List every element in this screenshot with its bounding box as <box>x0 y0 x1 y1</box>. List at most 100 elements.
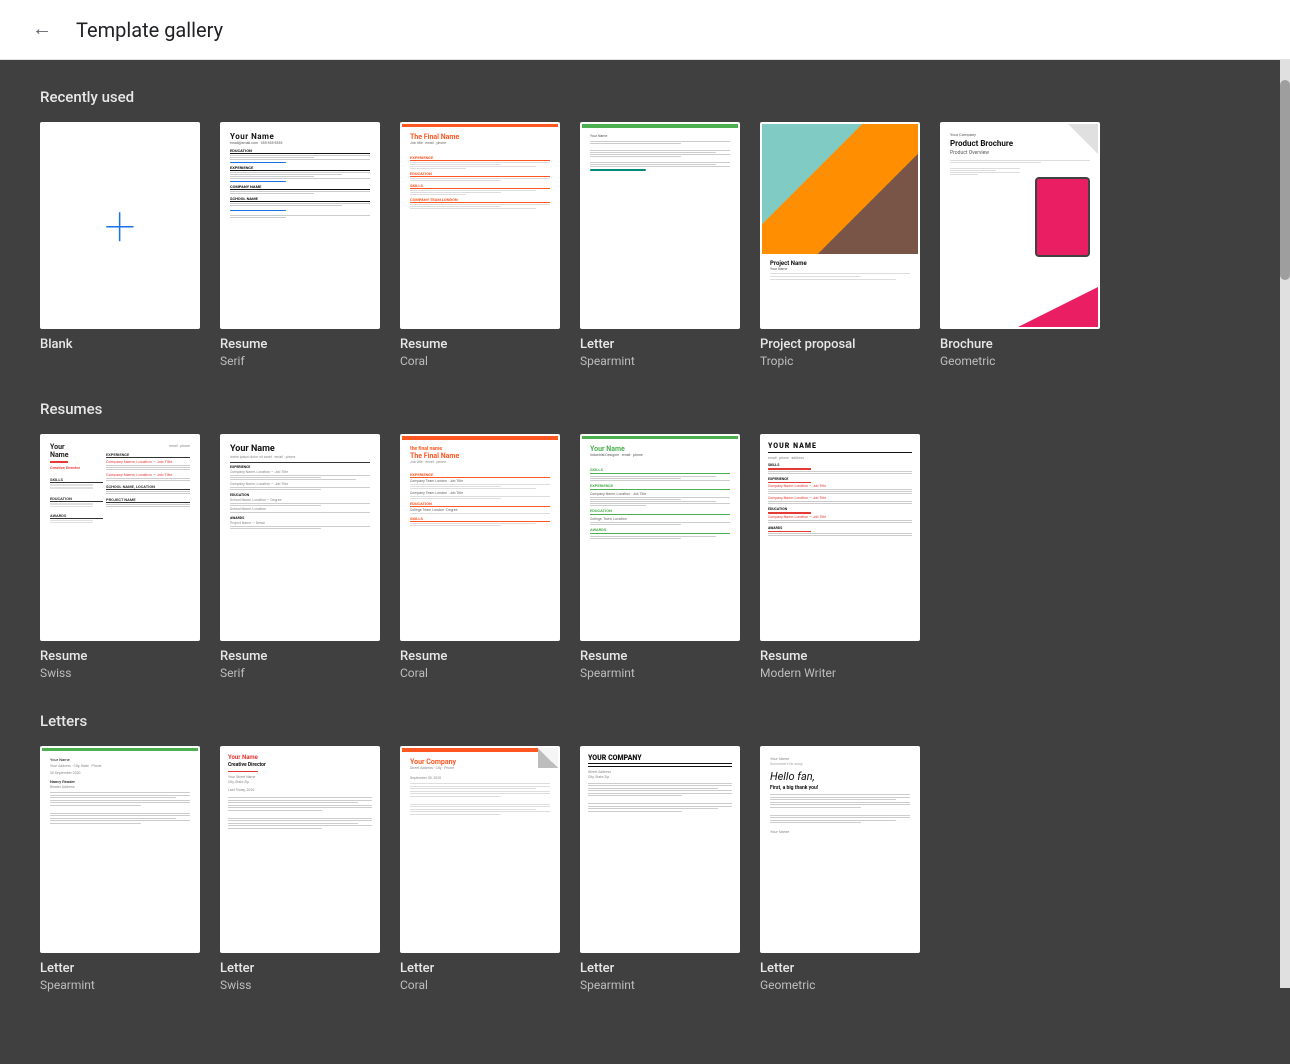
scrollbar-track[interactable] <box>1280 60 1290 988</box>
template-subname-letter-spearmint-recent: Spearmint <box>580 354 740 368</box>
swiss-name: YourName <box>50 444 103 459</box>
swiss-awards-head: Awards <box>50 513 103 519</box>
template-name-letter-coral: Letter <box>400 961 560 976</box>
mw-section2: EXPERIENCE <box>768 477 912 481</box>
lsw-name: Creative Director <box>228 762 372 768</box>
template-thumb-resume-coral-recent[interactable]: The Final Name Job title · email · phone… <box>400 122 560 329</box>
coral-section1: Experience <box>410 155 550 161</box>
template-project-tropic[interactable]: Project Name Your Name Project proposal … <box>760 122 920 368</box>
scrollbar-thumb[interactable] <box>1280 80 1290 280</box>
template-resume-modern[interactable]: YOUR NAME email · phone · address SKILLS… <box>760 434 920 680</box>
geo-brochure-title: Product Brochure <box>950 139 1090 148</box>
template-name-resume-spearmint: Resume <box>580 649 740 664</box>
ls2-recipient: Nancy Reader <box>50 779 190 784</box>
template-thumb-resume-swiss[interactable]: YourName Creative Director Skills Educat… <box>40 434 200 641</box>
template-thumb-project-tropic[interactable]: Project Name Your Name <box>760 122 920 329</box>
template-blank[interactable]: + Blank <box>40 122 200 368</box>
doc-line2 <box>230 181 286 182</box>
template-name-resume-serif-recent: Resume <box>220 337 380 352</box>
template-thumb-resume-modern[interactable]: YOUR NAME email · phone · address SKILLS… <box>760 434 920 641</box>
template-letter-spearmint2[interactable]: Your Name Your Address · City, State · P… <box>40 746 200 992</box>
page-title: Template gallery <box>76 18 223 42</box>
lg-dear: First, a big thank you! <box>770 785 910 791</box>
swiss-right: email · phone Experience Company Name, L… <box>106 444 190 508</box>
swiss-exp-head: Experience <box>106 452 190 458</box>
section-letters: Letters Your Name Your Address · City, S… <box>40 712 1250 992</box>
coral-section2: Education <box>410 171 550 177</box>
template-subname-letter-geometric: Geometric <box>760 978 920 992</box>
template-thumb-resume-serif-recent[interactable]: Your Name email@email.com · 555-555-5555… <box>220 122 380 329</box>
lst-company: YOUR COMPANY <box>588 754 732 764</box>
lc-body: September 30, 2020 <box>402 773 558 819</box>
template-resume-coral2[interactable]: the final name The Final Name Job title … <box>400 434 560 680</box>
back-button[interactable]: ← <box>24 10 60 49</box>
serif-name: Your Name <box>230 132 370 141</box>
template-resume-swiss[interactable]: YourName Creative Director Skills Educat… <box>40 434 200 680</box>
coral-section4: Company Team London <box>410 197 550 203</box>
template-name-resume-coral-recent: Resume <box>400 337 560 352</box>
template-thumb-letter-spearmint-recent[interactable]: Your Name <box>580 122 740 329</box>
swiss-skills-head: Skills <box>50 477 103 483</box>
section-title-recently-used: Recently used <box>40 88 1250 106</box>
template-subname-project-tropic: Tropic <box>760 354 920 368</box>
template-name-brochure-geo: Brochure <box>940 337 1100 352</box>
lc-header: Your Company Street Address · City · Pho… <box>402 748 558 773</box>
template-brochure-geo[interactable]: Your Company Product Brochure Product Ov… <box>940 122 1100 368</box>
template-subname-resume-swiss: Swiss <box>40 666 200 680</box>
section-title-resumes: Resumes <box>40 400 1250 418</box>
template-subname-resume-coral2: Coral <box>400 666 560 680</box>
mw-name: YOUR NAME <box>768 442 912 453</box>
template-resume-spearmint[interactable]: Your Name Industrial Designer · email · … <box>580 434 740 680</box>
template-letter-swiss[interactable]: Your Name Creative Director Your Street … <box>220 746 380 992</box>
template-thumb-blank[interactable]: + <box>40 122 200 329</box>
serif-contact: email@email.com · 555-555-5555 <box>230 141 370 145</box>
spear-body: Skills Experience Company Name, Location… <box>582 461 738 544</box>
template-name-letter-spearmint3: Letter <box>580 961 740 976</box>
lc-company: Your Company <box>410 758 550 766</box>
mw-section4: AWARDS <box>768 526 912 530</box>
geo-text-area <box>950 167 1020 176</box>
serif-section2: Experience <box>230 165 370 171</box>
template-name-resume-swiss: Resume <box>40 649 200 664</box>
template-letter-spearmint3[interactable]: YOUR COMPANY Street Address City, State … <box>580 746 740 992</box>
serif-section3: Company Name <box>230 184 370 190</box>
coral2-section3: Skills <box>410 516 550 522</box>
template-thumb-letter-swiss[interactable]: Your Name Creative Director Your Street … <box>220 746 380 953</box>
serif-section4: School Name <box>230 196 370 202</box>
serif2-name: Your Name <box>230 444 370 454</box>
geo-phone-mockup <box>1035 177 1090 257</box>
ls2-from: Your Name <box>50 757 190 762</box>
template-name-blank: Blank <box>40 337 200 352</box>
template-subname-resume-coral-recent: Coral <box>400 354 560 368</box>
tropic-project-sub: Your Name <box>770 267 910 271</box>
template-thumb-resume-spearmint[interactable]: Your Name Industrial Designer · email · … <box>580 434 740 641</box>
template-name-letter-spearmint2: Letter <box>40 961 200 976</box>
serif2-exp: Experience <box>230 465 370 469</box>
template-resume-serif2[interactable]: Your Name lorem ipsum dolor sit amet · e… <box>220 434 380 680</box>
spear-section1: Skills <box>590 467 730 472</box>
template-thumb-letter-spearmint3[interactable]: YOUR COMPANY Street Address City, State … <box>580 746 740 953</box>
template-thumb-letter-spearmint2[interactable]: Your Name Your Address · City, State · P… <box>40 746 200 953</box>
geo-pink-triangle <box>1018 287 1098 327</box>
serif2-contact: lorem ipsum dolor sit amet · email · pho… <box>230 455 370 459</box>
template-thumb-resume-coral2[interactable]: the final name The Final Name Job title … <box>400 434 560 641</box>
template-subname-resume-serif2: Serif <box>220 666 380 680</box>
template-thumb-resume-serif2[interactable]: Your Name lorem ipsum dolor sit amet · e… <box>220 434 380 641</box>
template-thumb-brochure-geo[interactable]: Your Company Product Brochure Product Ov… <box>940 122 1100 329</box>
template-letter-geometric[interactable]: Your Name Somewhere far away Hello fan, … <box>760 746 920 992</box>
template-subname-resume-serif-recent: Serif <box>220 354 380 368</box>
plus-icon: + <box>104 198 135 254</box>
template-resume-coral-recent[interactable]: The Final Name Job title · email · phone… <box>400 122 560 368</box>
coral-header: The Final Name Job title · email · phone <box>402 124 558 149</box>
coral2-sub: Job title · email · phone <box>410 460 550 464</box>
spear-section3: Education <box>590 508 730 513</box>
letters-grid: Your Name Your Address · City, State · P… <box>40 746 1250 992</box>
recently-used-grid: + Blank Your Name email@email.com · 555-… <box>40 122 1250 368</box>
template-letter-coral[interactable]: Your Company Street Address · City · Pho… <box>400 746 560 992</box>
spearmint-letter-body: Your Name <box>582 128 738 179</box>
template-letter-spearmint-recent[interactable]: Your Name <box>580 122 740 368</box>
template-thumb-letter-geometric[interactable]: Your Name Somewhere far away Hello fan, … <box>760 746 920 953</box>
template-resume-serif-recent[interactable]: Your Name email@email.com · 555-555-5555… <box>220 122 380 368</box>
mw-contact: email · phone · address <box>768 456 912 460</box>
template-thumb-letter-coral[interactable]: Your Company Street Address · City · Pho… <box>400 746 560 953</box>
